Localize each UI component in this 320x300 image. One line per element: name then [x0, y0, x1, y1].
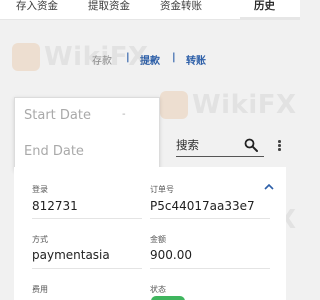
subnav-deposits[interactable]: 存款 [92, 52, 112, 67]
divider [32, 218, 142, 219]
tab-withdraw[interactable]: 提取资金 [88, 0, 130, 20]
collapse-chevron-up-icon[interactable] [264, 175, 274, 190]
login-value: 812731 [32, 199, 78, 213]
top-tab-bar: 存入资金 提取资金 资金转账 历史 [0, 0, 300, 20]
end-date-field[interactable]: End Date [24, 144, 84, 159]
subnav-transfers[interactable]: 转账 [186, 52, 206, 67]
active-tab-indicator [240, 17, 300, 19]
method-value: paymentasia [32, 248, 110, 262]
amount-value: 900.00 [150, 248, 192, 262]
divider [150, 218, 270, 219]
search-input[interactable]: 搜索 [176, 137, 199, 153]
tab-deposit[interactable]: 存入资金 [16, 0, 58, 20]
status-badge [151, 296, 185, 300]
fee-label: 费用 [32, 285, 48, 294]
subnav-separator: | [126, 52, 130, 63]
wikifx-logo-icon [160, 91, 188, 119]
search-icon[interactable] [244, 137, 258, 152]
method-label: 方式 [32, 235, 48, 244]
search-input-underline [176, 156, 264, 157]
order-number-label: 订单号 [150, 185, 174, 194]
login-label: 登录 [32, 185, 48, 194]
amount-label: 金额 [150, 235, 166, 244]
page: 存入资金 提取资金 资金转账 历史 存款 | 提款 | 转账 WikiFX Wi… [0, 0, 300, 300]
status-label: 状态 [150, 285, 166, 294]
subnav-withdrawals[interactable]: 提款 [140, 52, 160, 67]
date-range-dash: - [122, 109, 126, 120]
start-date-field[interactable]: Start Date [24, 108, 91, 123]
order-number-value: P5c44017aa33e7 [150, 199, 255, 213]
history-subnav: 存款 | 提款 | 转账 [0, 52, 300, 72]
more-options-icon[interactable] [278, 140, 282, 152]
divider [32, 268, 142, 269]
tab-transfer[interactable]: 资金转账 [160, 0, 202, 20]
subnav-separator: | [172, 52, 176, 63]
date-range-picker: Start Date - End Date [14, 97, 160, 171]
divider [150, 268, 270, 269]
watermark: WikiFX [160, 90, 297, 120]
